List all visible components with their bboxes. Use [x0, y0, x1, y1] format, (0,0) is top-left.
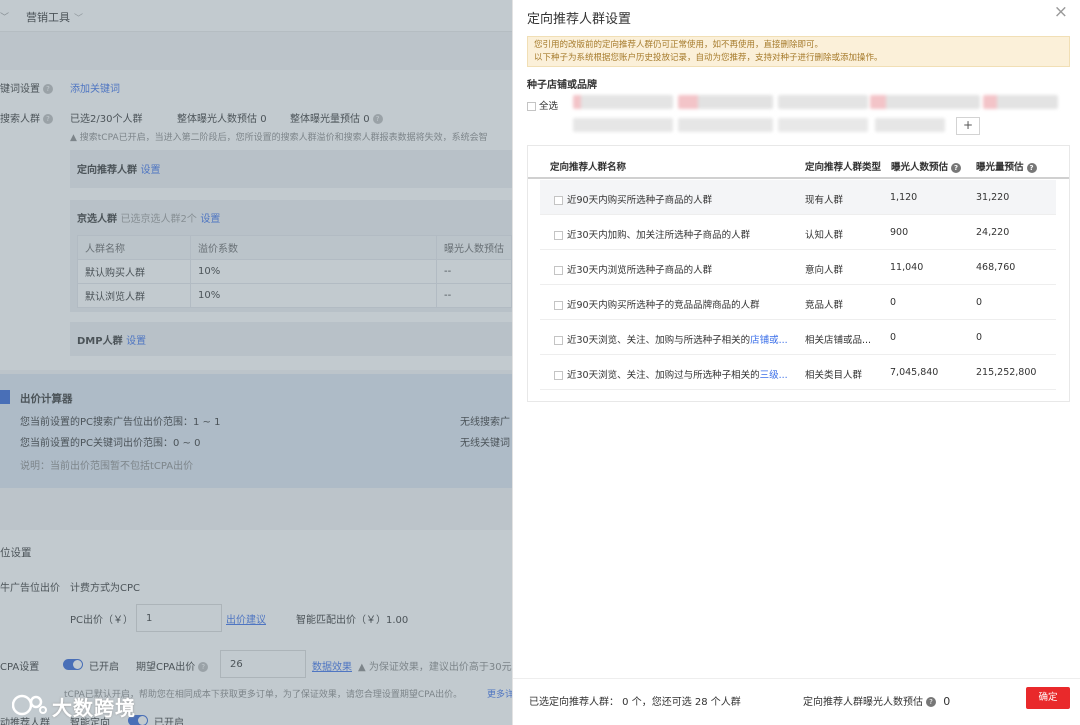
close-icon[interactable]: × [1054, 4, 1068, 21]
row-name: 近90天内购买所选种子的竞品品牌商品的人群 [554, 297, 760, 311]
table-row[interactable]: 近30天内浏览所选种子商品的人群 意向人群 11,040 468,760 [540, 250, 1056, 285]
column-header-people: 曝光人数预估? [891, 159, 962, 173]
seed-tag[interactable] [778, 118, 868, 132]
row-volume: 215,252,800 [976, 367, 1037, 378]
row-people: 11,040 [890, 262, 924, 273]
seed-tag[interactable] [678, 95, 773, 109]
table-row[interactable]: 近30天浏览、关注、加购与所选种子相关的店铺或... 相关店铺或品... 0 0 [540, 320, 1056, 355]
targeted-crowd-drawer: 定向推荐人群设置 × 您引用的改版前的定向推荐人群仍可正常使用，如不再使用，直接… [512, 0, 1080, 725]
row-checkbox[interactable] [554, 266, 563, 275]
drawer-title: 定向推荐人群设置 [527, 12, 632, 27]
row-name: 近30天内浏览所选种子商品的人群 [554, 262, 712, 276]
row-type: 认知人群 [805, 230, 844, 241]
row-checkbox[interactable] [554, 371, 563, 380]
targeted-crowd-table: 定向推荐人群名称 定向推荐人群类型 曝光人数预估? 曝光量预估? 近90天内购买… [527, 145, 1070, 402]
row-volume: 24,220 [976, 227, 1010, 238]
row-link[interactable]: 三级... [760, 370, 788, 381]
checkbox-icon [527, 102, 536, 111]
row-volume: 0 [976, 297, 983, 308]
seed-tag[interactable] [870, 95, 980, 109]
table-header: 定向推荐人群名称 定向推荐人群类型 曝光人数预估? 曝光量预估? [528, 146, 1069, 179]
add-seed-button[interactable]: + [956, 117, 980, 135]
watermark-logo [12, 694, 47, 716]
column-header-volume: 曝光量预估? [976, 159, 1037, 173]
selected-count: 已选定向推荐人群： 0 个，您还可选 28 个人群 [529, 697, 741, 708]
row-checkbox[interactable] [554, 231, 563, 240]
column-header-type: 定向推荐人群类型 [805, 162, 882, 173]
row-type: 相关店铺或品... [805, 335, 872, 346]
row-type: 意向人群 [805, 265, 844, 276]
row-volume: 31,220 [976, 192, 1010, 203]
seed-tag[interactable] [573, 95, 673, 109]
row-people: 7,045,840 [890, 367, 939, 378]
row-volume: 0 [976, 332, 983, 343]
seed-tag[interactable] [573, 118, 673, 132]
row-link[interactable]: 店铺或... [750, 335, 788, 346]
watermark: 大数跨境 [12, 690, 142, 720]
row-people: 1,120 [890, 192, 918, 203]
notice-line: 您引用的改版前的定向推荐人群仍可正常使用，如不再使用，直接删除即可。 [534, 40, 824, 50]
help-icon: ? [926, 697, 936, 707]
row-people: 900 [890, 227, 909, 238]
confirm-button[interactable]: 确定 [1026, 687, 1070, 709]
help-icon: ? [1026, 162, 1037, 173]
select-all-checkbox[interactable]: 全选 [527, 98, 558, 112]
table-row[interactable]: 近30天浏览、关注、加购过与所选种子相关的三级... 相关类目人群 7,045,… [540, 355, 1056, 390]
table-row[interactable]: 近90天内购买所选种子商品的人群 现有人群 1,120 31,220 [540, 180, 1056, 215]
help-icon: ? [951, 162, 962, 173]
notice-line: 以下种子为系统根据您账户历史投放记录，自动为您推荐，支持对种子进行删除或添加操作… [534, 53, 883, 63]
row-checkbox[interactable] [554, 301, 563, 310]
seed-section-title: 种子店铺或品牌 [527, 80, 597, 91]
modal-overlay[interactable] [0, 0, 512, 725]
row-checkbox[interactable] [554, 336, 563, 345]
drawer-footer: 已选定向推荐人群： 0 个，您还可选 28 个人群 定向推荐人群曝光人数预估? … [513, 678, 1080, 725]
table-row[interactable]: 近30天内加购、加关注所选种子商品的人群 认知人群 900 24,220 [540, 215, 1056, 250]
row-volume: 468,760 [976, 262, 1016, 273]
seed-tag[interactable] [983, 95, 1058, 109]
row-type: 相关类目人群 [805, 370, 863, 381]
row-people: 0 [890, 297, 897, 308]
seed-tag[interactable] [678, 118, 773, 132]
row-name: 近30天内加购、加关注所选种子商品的人群 [554, 227, 750, 241]
row-checkbox[interactable] [554, 196, 563, 205]
column-header-name: 定向推荐人群名称 [550, 162, 627, 173]
row-people: 0 [890, 332, 897, 343]
row-type: 现有人群 [805, 195, 844, 206]
row-name: 近30天浏览、关注、加购过与所选种子相关的三级... [554, 367, 788, 381]
footer-exposure: 定向推荐人群曝光人数预估? 0 [803, 695, 951, 708]
notice-banner: 您引用的改版前的定向推荐人群仍可正常使用，如不再使用，直接删除即可。 以下种子为… [527, 36, 1070, 67]
row-type: 竞品人群 [805, 300, 844, 311]
seed-tag[interactable] [875, 118, 945, 132]
seed-tag[interactable] [778, 95, 868, 109]
table-row[interactable]: 近90天内购买所选种子的竞品品牌商品的人群 竞品人群 0 0 [540, 285, 1056, 320]
row-name: 近90天内购买所选种子商品的人群 [554, 192, 712, 206]
watermark-text: 大数跨境 [52, 696, 136, 720]
row-name: 近30天浏览、关注、加购与所选种子相关的店铺或... [554, 332, 788, 346]
